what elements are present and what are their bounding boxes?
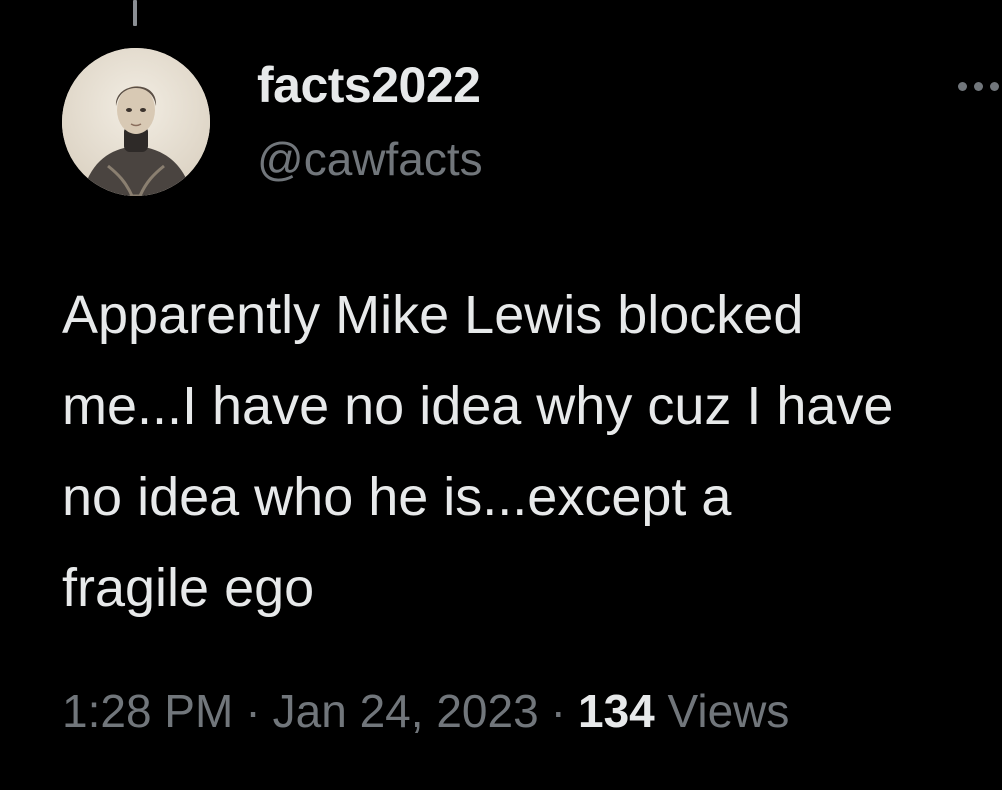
separator-dot: · (550, 685, 566, 737)
tweet-text: Apparently Mike Lewis blocked me...I hav… (62, 270, 1002, 634)
author-display-name[interactable]: facts2022 (257, 56, 481, 114)
tweet-metadata: 1:28 PM · Jan 24, 2023 · 134 Views (62, 684, 789, 738)
more-horizontal-icon (974, 82, 983, 91)
more-options-button[interactable] (952, 70, 1002, 100)
tweet-text-line: me...I have no idea why cuz I have (62, 376, 894, 436)
tweet-text-line: Apparently Mike Lewis blocked (62, 285, 804, 345)
tweet-time[interactable]: 1:28 PM (62, 685, 233, 737)
views-count[interactable]: 134 (578, 685, 655, 737)
tweet-date[interactable]: Jan 24, 2023 (273, 685, 539, 737)
tweet-text-line: no idea who he is...except a (62, 467, 732, 527)
more-horizontal-icon (958, 82, 967, 91)
views-label[interactable]: Views (668, 685, 790, 737)
separator-dot: · (245, 685, 261, 737)
more-horizontal-icon (990, 82, 999, 91)
author-avatar[interactable] (62, 48, 210, 196)
author-handle[interactable]: @cawfacts (257, 132, 483, 186)
tweet-text-line: fragile ego (62, 558, 315, 618)
avatar-portrait-image (62, 48, 210, 196)
thread-connector-line (133, 0, 137, 26)
